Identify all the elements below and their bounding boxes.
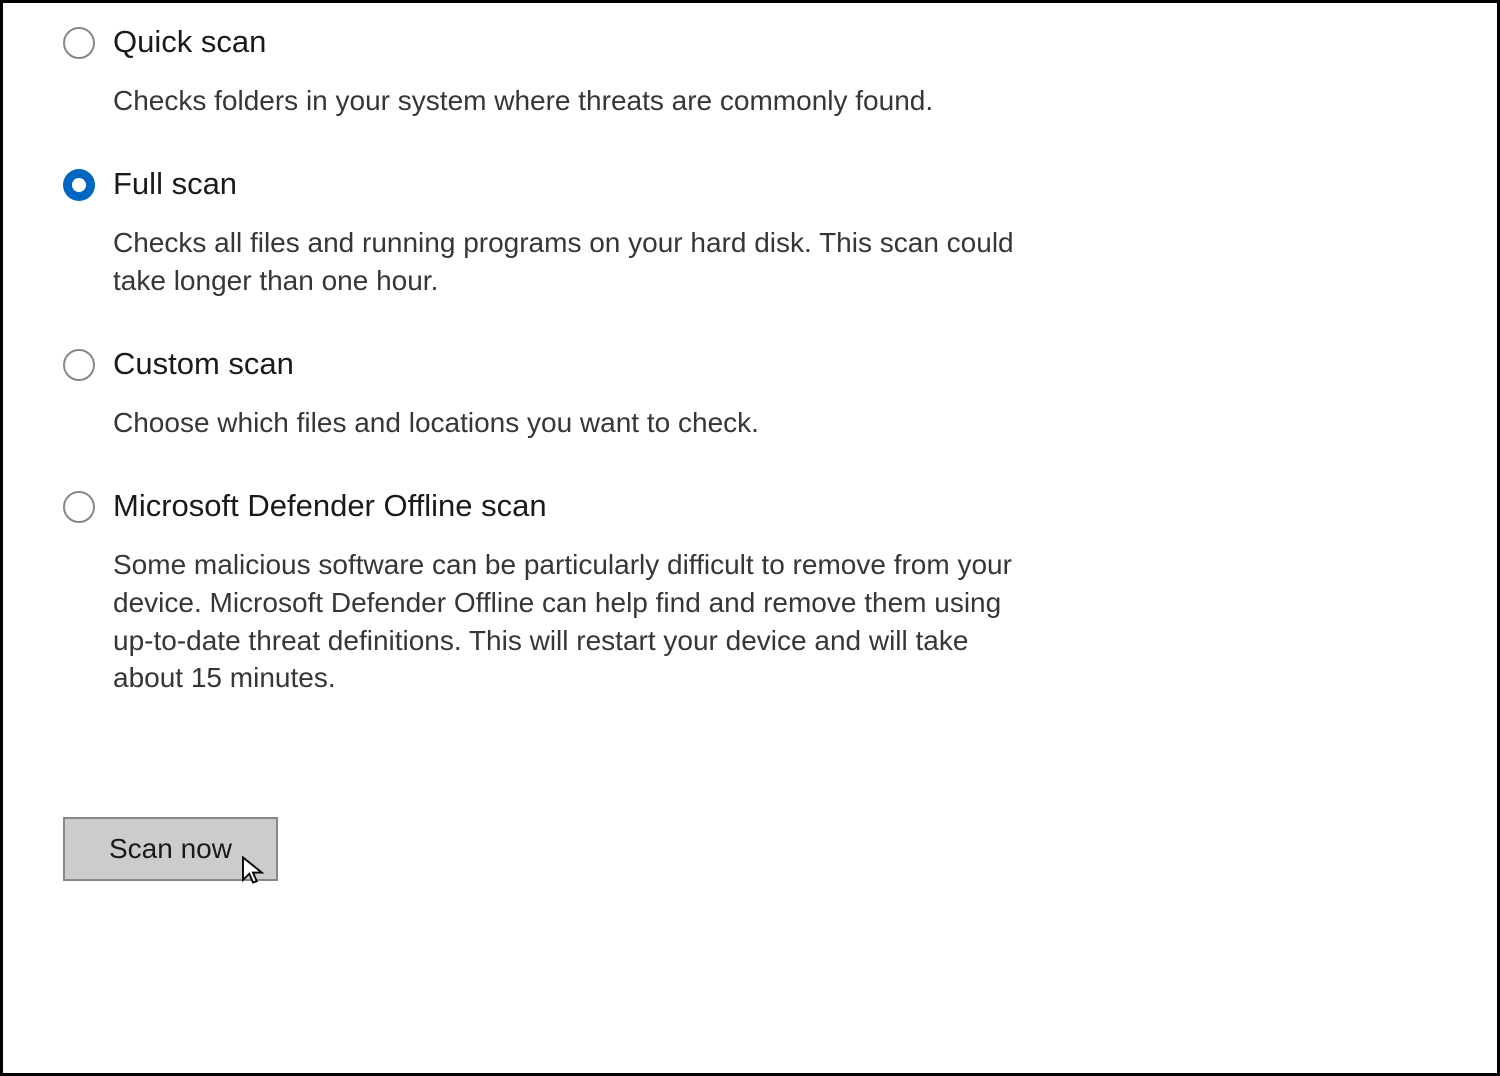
option-offline-scan[interactable]: Microsoft Defender Offline scan Some mal… (63, 487, 1023, 697)
radio-icon (63, 349, 95, 381)
radio-icon (63, 27, 95, 59)
option-label: Quick scan (113, 23, 1023, 60)
option-description: Checks all files and running programs on… (113, 224, 1023, 300)
radio-offline-scan[interactable] (63, 487, 95, 523)
option-description: Some malicious software can be particula… (113, 546, 1023, 697)
option-content: Quick scan Checks folders in your system… (113, 23, 1023, 120)
action-button-row: Scan now (63, 817, 1023, 881)
option-content: Full scan Checks all files and running p… (113, 165, 1023, 300)
option-label: Microsoft Defender Offline scan (113, 487, 1023, 524)
radio-icon-selected (63, 169, 95, 201)
radio-dot-icon (72, 178, 86, 192)
scan-options-list: Quick scan Checks folders in your system… (63, 23, 1023, 881)
option-label: Full scan (113, 165, 1023, 202)
option-content: Custom scan Choose which files and locat… (113, 345, 1023, 442)
option-description: Checks folders in your system where thre… (113, 82, 1023, 120)
option-full-scan[interactable]: Full scan Checks all files and running p… (63, 165, 1023, 300)
option-description: Choose which files and locations you wan… (113, 404, 1023, 442)
cursor-icon (240, 855, 266, 885)
option-quick-scan[interactable]: Quick scan Checks folders in your system… (63, 23, 1023, 120)
option-content: Microsoft Defender Offline scan Some mal… (113, 487, 1023, 697)
option-custom-scan[interactable]: Custom scan Choose which files and locat… (63, 345, 1023, 442)
radio-custom-scan[interactable] (63, 345, 95, 381)
scan-now-button[interactable]: Scan now (63, 817, 278, 881)
option-label: Custom scan (113, 345, 1023, 382)
scan-now-label: Scan now (109, 833, 232, 864)
radio-full-scan[interactable] (63, 165, 95, 201)
radio-quick-scan[interactable] (63, 23, 95, 59)
radio-icon (63, 491, 95, 523)
